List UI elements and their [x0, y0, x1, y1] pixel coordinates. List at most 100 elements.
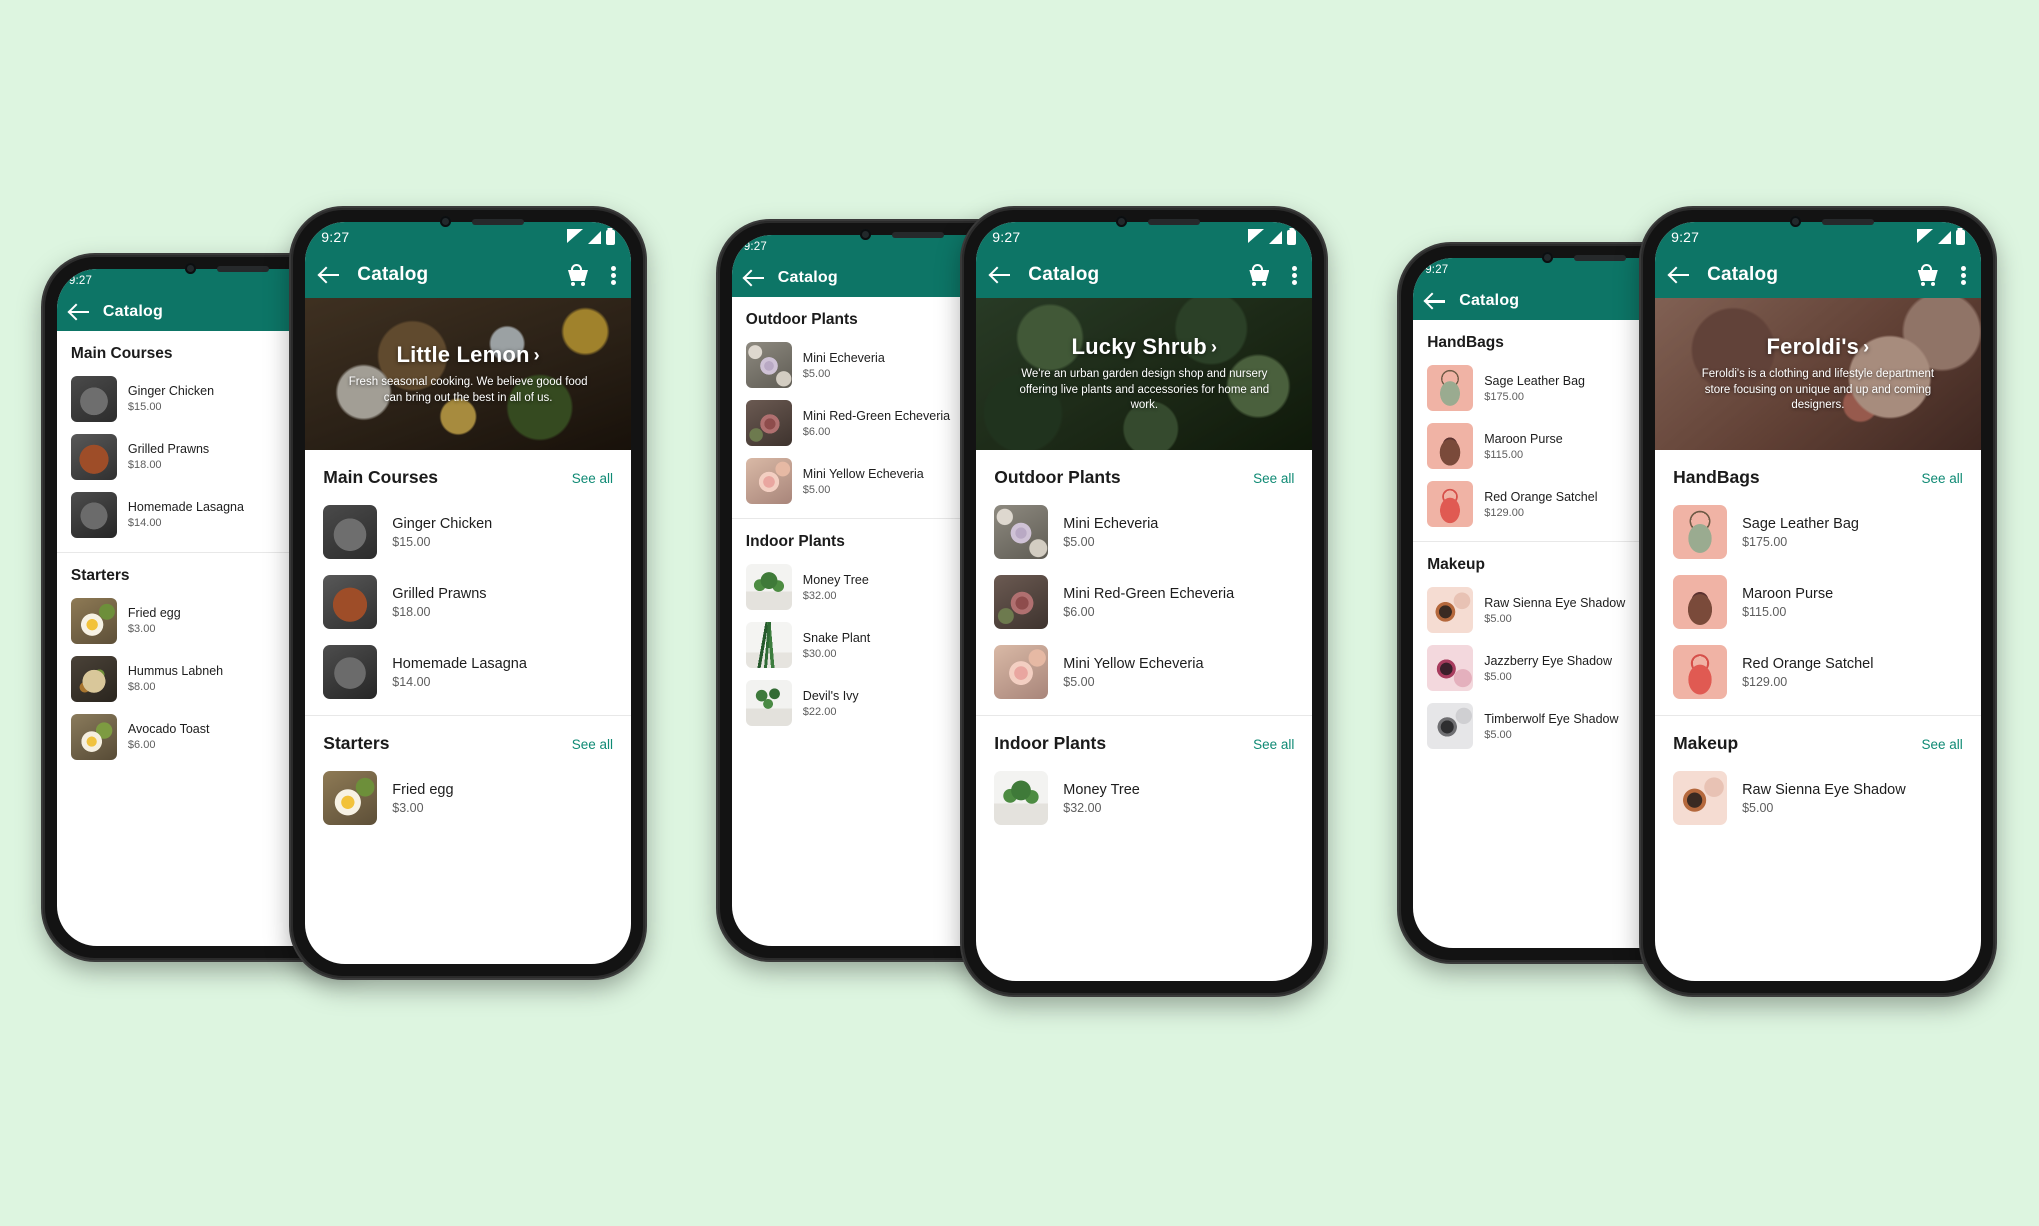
product-name: Fried egg — [127, 606, 181, 621]
product-meta: Mini Echeveria $5.00 — [803, 351, 885, 380]
product-thumbnail — [70, 433, 117, 480]
business-description: Feroldi's is a clothing and lifestyle de… — [1701, 368, 1935, 412]
product-name: Mini Echeveria — [1063, 515, 1159, 532]
product-meta: Money Tree $32.00 — [1063, 782, 1140, 815]
section-title: Starters — [70, 566, 130, 584]
section-header: HandBags See all — [1655, 450, 1981, 497]
cart-basket — [1917, 270, 1938, 282]
product-name: Homemade Lasagna — [392, 655, 527, 672]
back-icon[interactable] — [69, 301, 91, 323]
product-thumbnail — [745, 680, 792, 727]
shopping-cart-icon[interactable] — [567, 264, 591, 287]
dot — [1292, 280, 1298, 286]
product-name: Jazzberry Eye Shadow — [1484, 653, 1613, 668]
cart-basket — [567, 270, 588, 282]
back-icon[interactable] — [1669, 264, 1691, 286]
notch-bar — [291, 208, 645, 236]
product-name: Maroon Purse — [1742, 585, 1834, 602]
product-name: Raw Sienna Eye Shadow — [1484, 595, 1626, 610]
product-price: $6.00 — [127, 739, 156, 752]
product-price: $30.00 — [802, 647, 837, 660]
product-thumbnail — [745, 622, 792, 669]
product-meta: Ginger Chicken $15.00 — [392, 516, 492, 549]
business-name-link[interactable]: Little Lemon › — [396, 342, 539, 368]
business-name: Little Lemon — [396, 342, 530, 368]
back-icon[interactable] — [744, 267, 766, 289]
shopping-cart-icon[interactable] — [1917, 264, 1941, 287]
product-meta: Mini Echeveria $5.00 — [1063, 516, 1158, 549]
business-name: Feroldi's — [1766, 334, 1860, 360]
product-thumbnail — [323, 575, 378, 630]
product-meta: Homemade Lasagna $14.00 — [128, 500, 244, 529]
see-all-link[interactable]: See all — [1253, 737, 1294, 752]
dot — [1960, 280, 1966, 286]
see-all-link[interactable]: See all — [1253, 471, 1294, 486]
product-row[interactable]: Raw Sienna Eye Shadow $5.00 — [1655, 763, 1981, 833]
front-camera-icon — [860, 229, 872, 241]
product-meta: Mini Red-Green Echeveria $6.00 — [1063, 586, 1234, 619]
business-hero-banner: Feroldi's › Feroldi's is a clothing and li… — [1655, 298, 1981, 451]
product-meta: Timberwolf Eye Shadow $5.00 — [1484, 712, 1618, 741]
section-title: Main Courses — [70, 344, 173, 362]
product-thumbnail — [745, 458, 792, 505]
product-thumbnail — [70, 655, 117, 702]
product-row[interactable]: Red Orange Satchel $129.00 — [1655, 637, 1981, 707]
chevron-right-icon: › — [533, 344, 540, 365]
cart-wheel-left — [1252, 282, 1257, 287]
earpiece-speaker — [217, 265, 270, 272]
section-title: HandBags — [1427, 334, 1504, 352]
phone-screen: 9:27 Catalog Lucky Shrub › We're an urban ga… — [976, 222, 1313, 981]
earpiece-speaker — [892, 232, 945, 239]
page-title: Catalog — [102, 302, 163, 320]
product-name: Timberwolf Eye Shadow — [1484, 711, 1619, 726]
product-name: Fried egg — [392, 781, 454, 798]
product-thumbnail — [994, 771, 1049, 826]
product-meta: Sage Leather Bag $175.00 — [1742, 516, 1859, 549]
product-row[interactable]: Sage Leather Bag $175.00 — [1655, 497, 1981, 567]
more-vertical-icon[interactable] — [1292, 264, 1298, 286]
see-all-link[interactable]: See all — [572, 737, 613, 752]
screenshot-canvas: 9:27 Catalog Main Courses Ginger Chicken $15… — [0, 0, 2039, 1226]
product-meta: Mini Yellow Echeveria $5.00 — [803, 467, 924, 496]
product-price: $5.00 — [1742, 800, 1774, 815]
product-thumbnail — [1673, 575, 1728, 630]
product-row[interactable]: Fried egg $3.00 — [305, 763, 631, 833]
dot — [1292, 266, 1298, 272]
product-price: $15.00 — [127, 401, 162, 414]
product-thumbnail — [1673, 505, 1728, 560]
product-price: $175.00 — [1484, 390, 1524, 403]
product-row[interactable]: Mini Red-Green Echeveria $6.00 — [976, 567, 1312, 637]
product-row[interactable]: Money Tree $32.00 — [976, 763, 1312, 833]
product-row[interactable]: Grilled Prawns $18.00 — [305, 567, 631, 637]
product-name: Mini Echeveria — [802, 350, 885, 365]
section-title: Indoor Plants — [745, 533, 845, 551]
product-thumbnail — [70, 597, 117, 644]
product-row[interactable]: Ginger Chicken $15.00 — [305, 497, 631, 567]
section-title: Main Courses — [323, 467, 439, 488]
product-row[interactable]: Mini Echeveria $5.00 — [976, 497, 1312, 567]
app-bar: Catalog — [305, 252, 631, 299]
business-name-link[interactable]: Lucky Shrub › — [1072, 334, 1218, 360]
see-all-link[interactable]: See all — [1922, 737, 1963, 752]
back-icon[interactable] — [1425, 290, 1447, 312]
product-row[interactable]: Maroon Purse $115.00 — [1655, 567, 1981, 637]
section-header: Main Courses See all — [305, 450, 631, 497]
phone-frame: 9:27 Catalog Feroldi's › Feroldi's is a clot… — [1641, 208, 1995, 995]
product-thumbnail — [1427, 645, 1474, 692]
business-name-link[interactable]: Feroldi's › — [1767, 334, 1870, 360]
more-vertical-icon[interactable] — [1960, 264, 1967, 286]
product-price: $3.00 — [392, 800, 424, 815]
see-all-link[interactable]: See all — [1922, 471, 1963, 486]
phone-frame: 9:27 Catalog Lucky Shrub › We're an urban ga… — [962, 208, 1327, 995]
product-name: Homemade Lasagna — [127, 500, 244, 515]
back-icon[interactable] — [319, 264, 341, 286]
product-row[interactable]: Homemade Lasagna $14.00 — [305, 637, 631, 707]
shopping-cart-icon[interactable] — [1248, 264, 1272, 287]
more-vertical-icon[interactable] — [610, 264, 617, 286]
section-title: Outdoor Plants — [994, 467, 1121, 488]
product-price: $18.00 — [127, 459, 162, 472]
product-thumbnail — [323, 505, 378, 560]
see-all-link[interactable]: See all — [572, 471, 613, 486]
product-row[interactable]: Mini Yellow Echeveria $5.00 — [976, 637, 1312, 707]
back-icon[interactable] — [990, 264, 1012, 286]
